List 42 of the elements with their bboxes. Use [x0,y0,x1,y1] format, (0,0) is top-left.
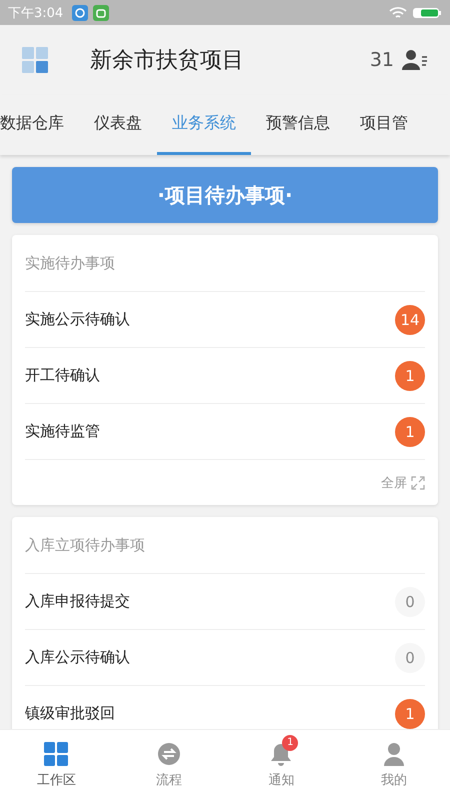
user-list-icon[interactable] [402,49,428,71]
app-title: 新余市扶贫项目 [90,47,245,75]
bottom-nav-item[interactable]: 流程 [112,730,225,800]
bottom-nav-item[interactable]: 我的 [338,730,450,800]
grid-icon [44,742,68,766]
wifi-icon [389,6,407,20]
count-badge: 1 [395,698,425,728]
expand-icon[interactable] [411,476,425,490]
task-label: 开工待确认 [25,366,100,385]
nav-tab[interactable]: 项目管 [345,95,423,155]
task-label: 入库公示待确认 [25,648,130,667]
nav-tab[interactable]: 数据仓库 [0,95,79,155]
task-row[interactable]: 入库公示待确认 0 [25,630,425,686]
task-row[interactable]: 入库申报待提交 0 [25,574,425,630]
task-label: 实施待监管 [25,422,100,441]
swap-icon [156,742,181,766]
count-badge: 14 [395,304,425,334]
count-badge: 0 [395,586,425,616]
card-title: 实施待办事项 [25,254,115,272]
user-count: 31 [370,49,394,71]
section-banner: ·项目待办事项· [12,167,438,223]
task-row[interactable]: 实施待监管 1 [25,404,425,460]
status-time: 下午3:04 [8,4,64,22]
bottom-nav-item[interactable]: 1 通知 [225,730,338,800]
task-label: 镇级审批驳回 [25,704,115,723]
count-badge: 1 [395,360,425,390]
task-row[interactable]: 开工待确认 1 [25,348,425,404]
card-title: 入库立项待办事项 [25,536,145,554]
count-badge: 0 [395,642,425,672]
person-icon [382,742,405,766]
grid-menu-icon[interactable] [22,47,48,73]
task-label: 实施公示待确认 [25,310,130,329]
app-notification-icon [93,4,110,20]
bottom-nav-item[interactable]: 工作区 [0,730,112,800]
app-notification-icon [72,4,88,20]
battery-icon [412,6,442,20]
count-badge: 1 [395,416,425,446]
notification-badge: 1 [282,734,298,750]
nav-tab[interactable]: 预警信息 [251,95,345,155]
task-label: 入库申报待提交 [25,592,130,611]
nav-tab[interactable]: 仪表盘 [79,95,157,155]
task-row[interactable]: 实施公示待确认 14 [25,292,425,348]
